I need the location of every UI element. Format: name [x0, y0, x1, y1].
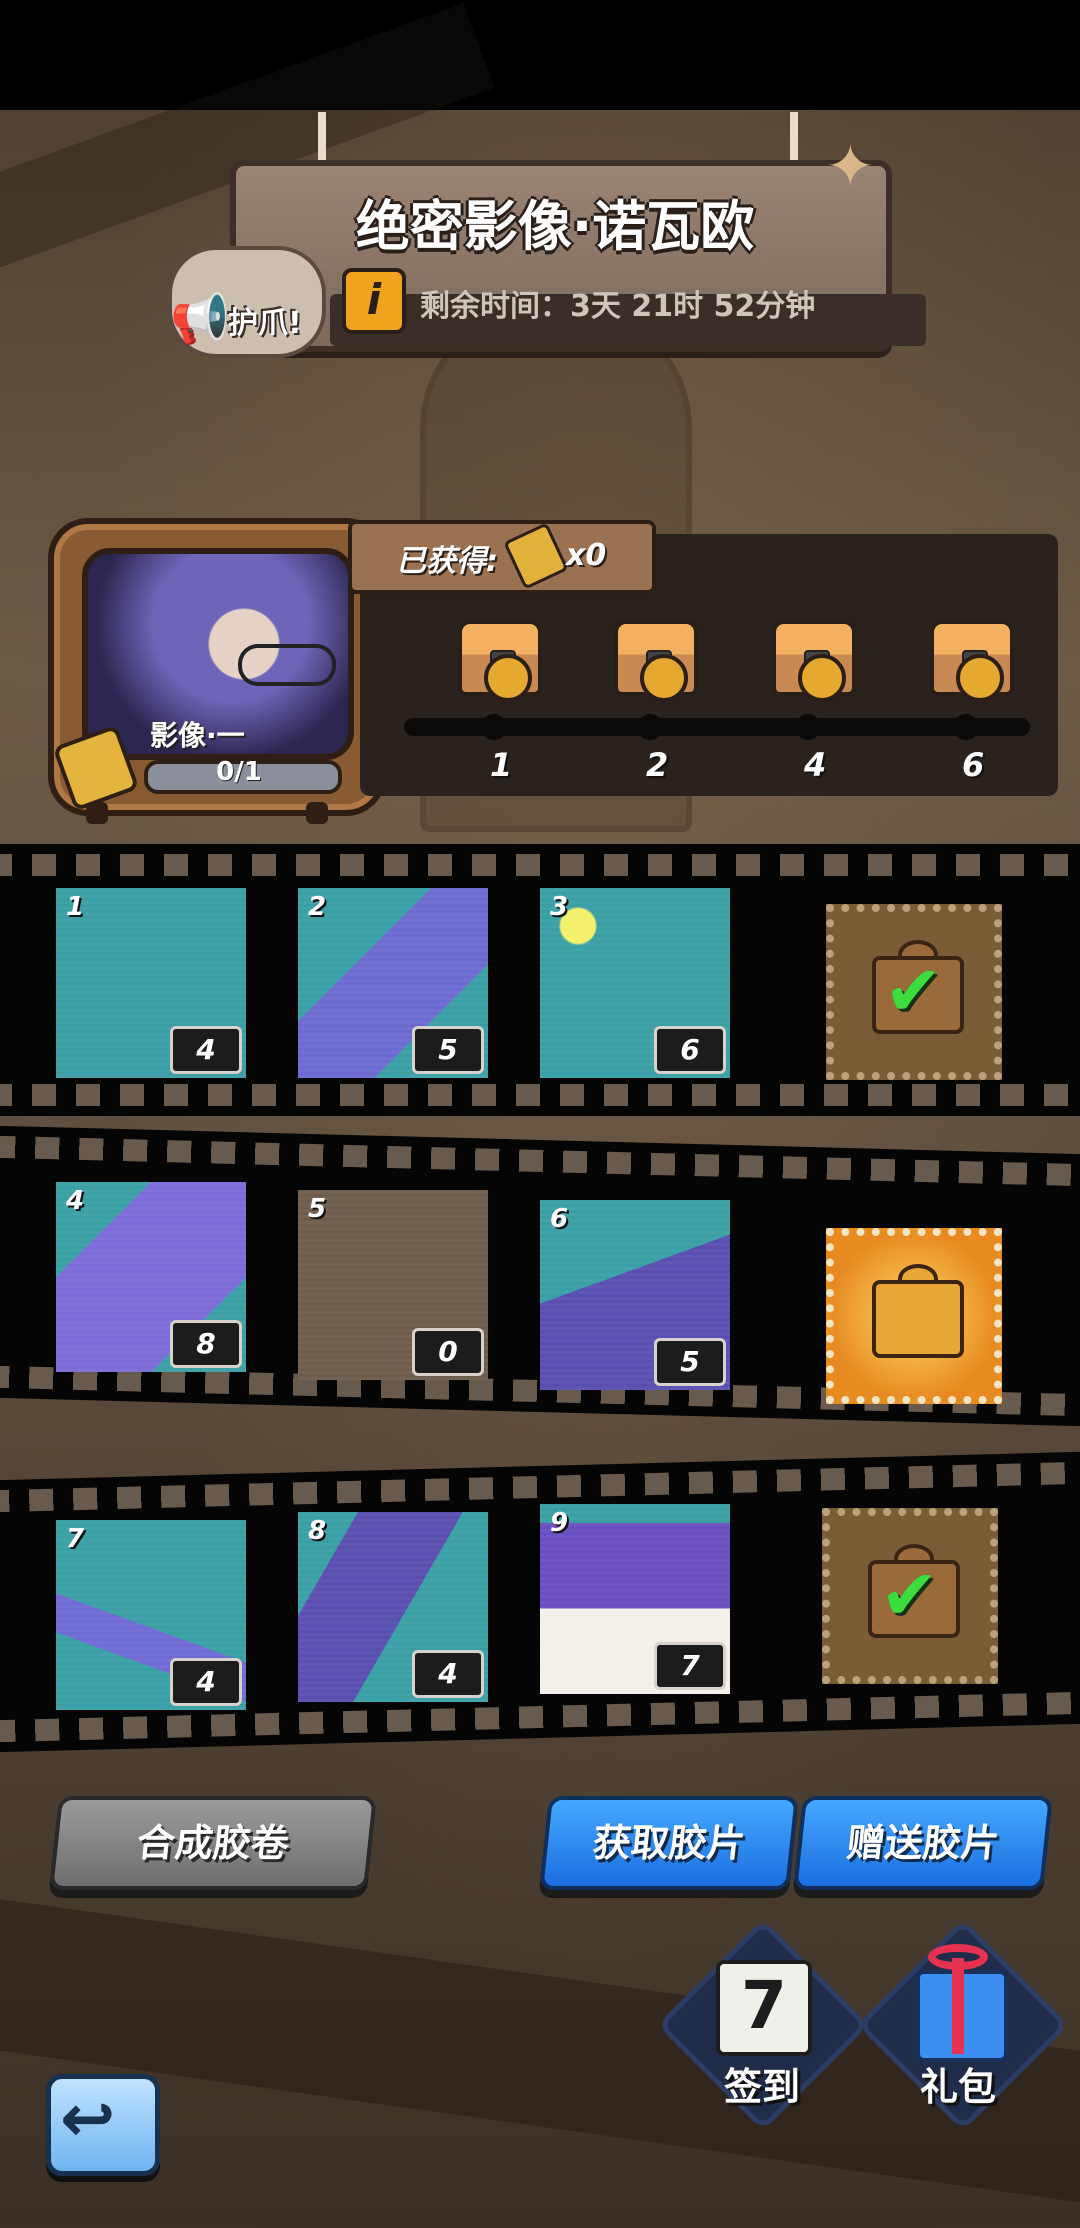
- milestone-number: 6: [962, 746, 985, 784]
- film-tile-8[interactable]: 8 4: [298, 1512, 488, 1702]
- tile-index: 4: [66, 1186, 85, 1216]
- obtained-count: x0: [566, 538, 607, 573]
- milestone-number: 2: [646, 746, 669, 784]
- tile-index: 5: [308, 1194, 327, 1224]
- row-2-reward-available[interactable]: [826, 1228, 1002, 1404]
- video-progress-text: 0/1: [216, 757, 262, 787]
- film-reel-icon: [798, 654, 846, 702]
- row-1-reward-claimed[interactable]: ✔: [826, 904, 1002, 1080]
- tile-count-badge: 6: [654, 1026, 726, 1074]
- sign-hanger: [318, 112, 798, 164]
- film-tile-3[interactable]: 3 6: [540, 888, 730, 1078]
- tile-count-badge: 4: [412, 1650, 484, 1698]
- tv-leg-left: [86, 802, 108, 824]
- back-arrow-icon: ↩: [60, 2080, 116, 2157]
- remaining-time-text: 剩余时间：3天 21时 52分钟: [420, 289, 816, 324]
- megaphone-icon: 📢: [170, 291, 230, 347]
- film-tile-7[interactable]: 7 4: [56, 1520, 246, 1710]
- film-tile-5-locked[interactable]: 5 0: [298, 1190, 488, 1380]
- film-perforation: [0, 854, 1080, 876]
- obtained-tab: [348, 520, 656, 594]
- film-reel-icon: [484, 654, 532, 702]
- checkin-label: 签到: [724, 2065, 801, 2109]
- check-icon: ✔: [880, 1554, 939, 1636]
- tv-leg-right: [306, 802, 328, 824]
- film-tile-1[interactable]: 1 4: [56, 888, 246, 1078]
- gift-ribbon: [952, 1958, 964, 2054]
- compose-film-button[interactable]: 合成胶卷: [49, 1796, 377, 1890]
- info-icon[interactable]: i: [342, 268, 406, 334]
- giftpack-label: 礼包: [920, 2065, 997, 2109]
- tile-count-badge: 5: [654, 1338, 726, 1386]
- tile-index: 9: [550, 1508, 569, 1538]
- tile-count-badge: 7: [654, 1642, 726, 1690]
- film-tile-9[interactable]: 9 7: [540, 1504, 730, 1694]
- check-icon: ✔: [884, 950, 943, 1032]
- sparkle-icon: ✦: [826, 132, 875, 200]
- obtained-label: 已获得:: [396, 544, 498, 579]
- glasses-detail: [238, 644, 336, 686]
- film-tile-4[interactable]: 4 8: [56, 1182, 246, 1372]
- tile-index: 8: [308, 1516, 327, 1546]
- tile-index: 3: [550, 892, 569, 922]
- milestone-number: 4: [804, 746, 827, 784]
- gift-bow: [928, 1944, 988, 1970]
- tile-count-badge: 4: [170, 1026, 242, 1074]
- row-3-reward-claimed[interactable]: ✔: [822, 1508, 998, 1684]
- milestone-node: [953, 714, 979, 740]
- film-perforation: [0, 1135, 1080, 1187]
- tile-count-badge: 4: [170, 1658, 242, 1706]
- film-perforation: [0, 1084, 1080, 1106]
- milestone-node: [795, 714, 821, 740]
- calendar-icon: 7: [716, 1960, 812, 2056]
- milestone-number: 1: [490, 746, 513, 784]
- milestone-node: [637, 714, 663, 740]
- page-title: 绝密影像·诺瓦欧: [355, 195, 755, 258]
- film-tile-6[interactable]: 6 5: [540, 1200, 730, 1390]
- tile-index: 2: [308, 892, 327, 922]
- tile-index: 6: [550, 1204, 569, 1234]
- tile-count-badge: 5: [412, 1026, 484, 1074]
- get-film-button[interactable]: 获取胶片: [539, 1796, 799, 1890]
- gift-icon: [872, 1280, 964, 1358]
- milestone-node: [481, 714, 507, 740]
- gift-film-button[interactable]: 赠送胶片: [793, 1796, 1053, 1890]
- tile-index: 1: [66, 892, 85, 922]
- tile-count-badge: 0: [412, 1328, 484, 1376]
- mascot-text: 护爪!: [228, 306, 302, 341]
- film-reel-icon: [956, 654, 1004, 702]
- video-label: 影像·一: [150, 719, 245, 752]
- top-status-bar: [0, 0, 1080, 110]
- film-tile-2[interactable]: 2 5: [298, 888, 488, 1078]
- tile-count-badge: 8: [170, 1320, 242, 1368]
- tile-index: 7: [66, 1524, 85, 1554]
- film-reel-icon: [640, 654, 688, 702]
